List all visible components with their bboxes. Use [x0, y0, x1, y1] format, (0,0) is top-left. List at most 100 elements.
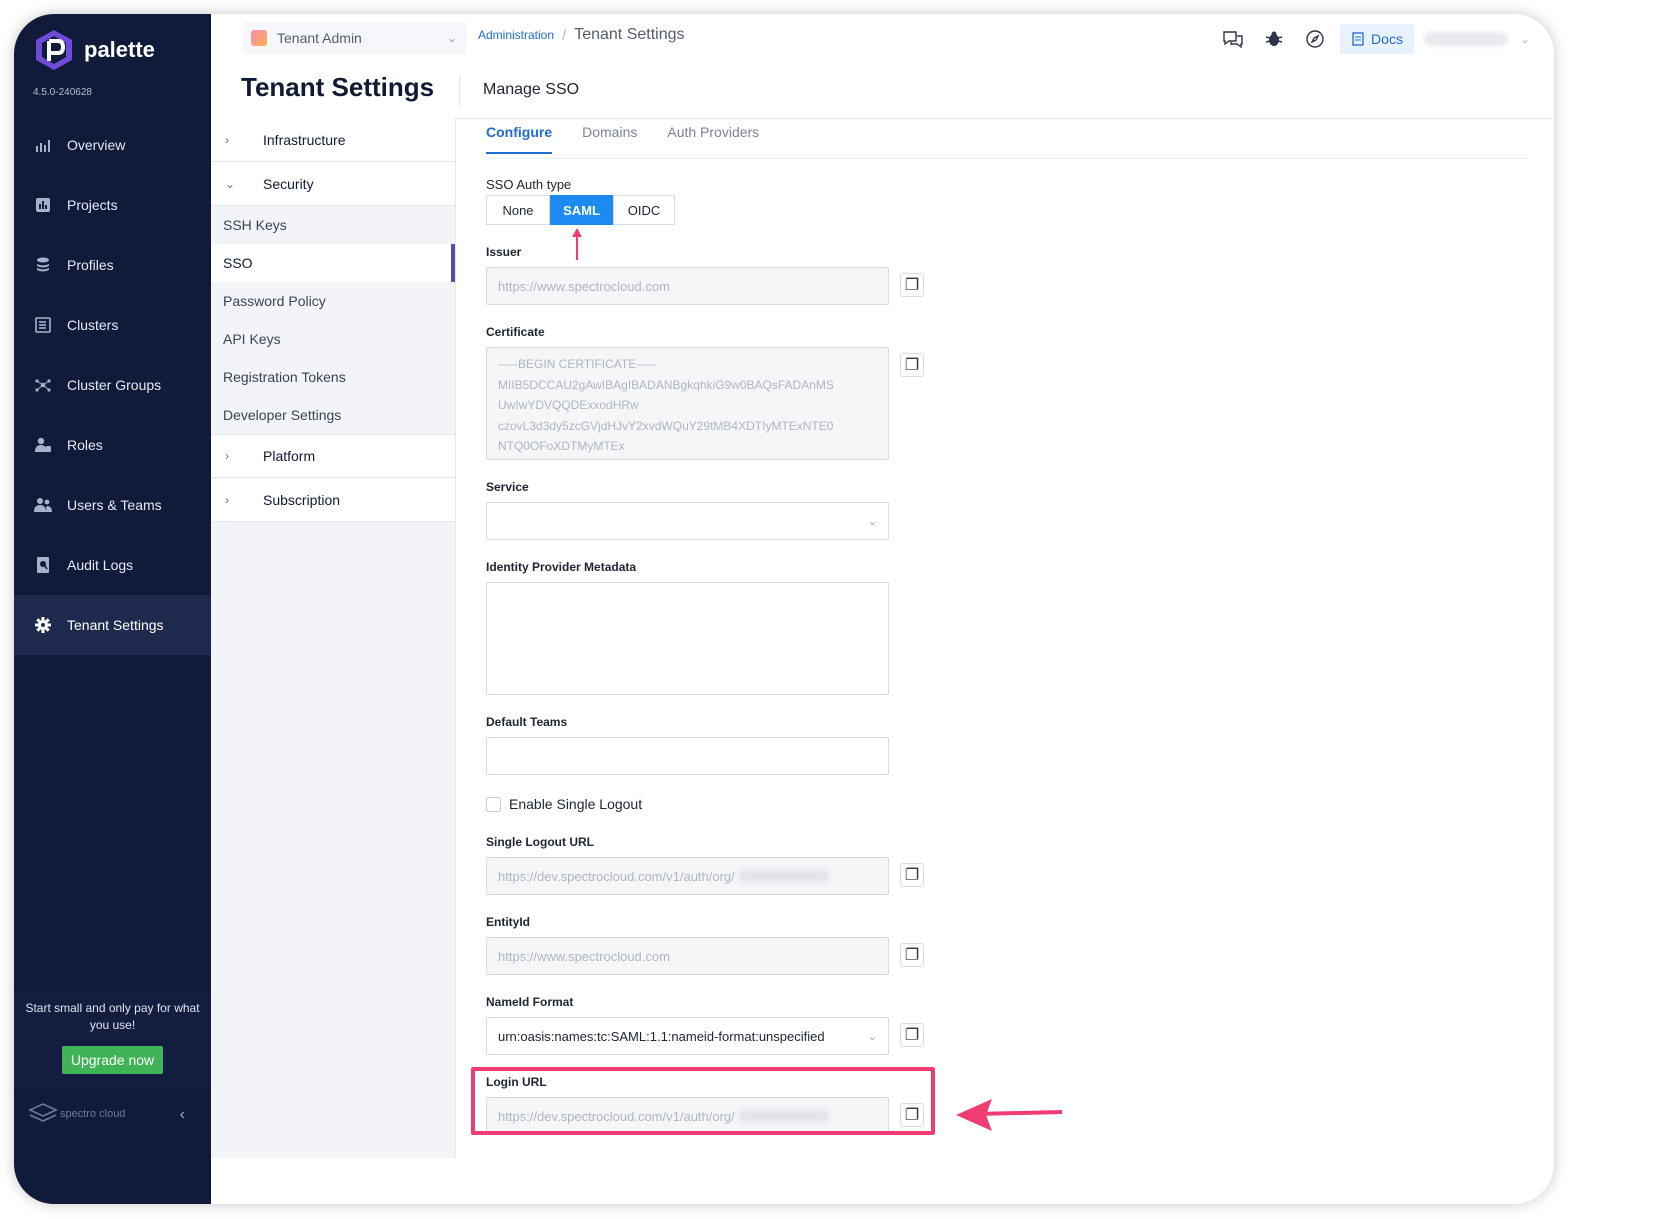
tab-configure[interactable]: Configure: [486, 124, 553, 154]
copy-icon: ❐: [904, 1027, 920, 1044]
menu-group-security[interactable]: ⌄ Security: [211, 162, 455, 206]
copy-issuer-button[interactable]: ❐: [900, 273, 924, 297]
service-select[interactable]: ⌄: [486, 502, 889, 540]
sidebar-item-projects[interactable]: Projects: [14, 175, 211, 235]
default-teams-field[interactable]: [486, 737, 889, 775]
issuer-value: https://www.spectrocloud.com: [498, 278, 670, 294]
version-label: 4.5.0-240628: [33, 87, 92, 98]
user-menu[interactable]: [1424, 32, 1508, 46]
menu-item-password-policy[interactable]: Password Policy: [211, 282, 455, 320]
chat-icon[interactable]: [1221, 27, 1245, 51]
breadcrumb-administration[interactable]: Administration: [478, 28, 554, 42]
sidebar-item-label: Roles: [67, 437, 103, 453]
chevron-down-icon: ⌄: [225, 176, 236, 191]
sidebar-item-users-teams[interactable]: Users & Teams: [14, 475, 211, 535]
upgrade-text: Start small and only pay for what you us…: [25, 1001, 200, 1032]
chevron-right-icon: ›: [225, 449, 229, 463]
menu-item-registration-tokens[interactable]: Registration Tokens: [211, 358, 455, 396]
copy-icon: ❐: [904, 867, 920, 884]
menu-item-sso[interactable]: SSO: [211, 244, 455, 282]
sidebar-footer: spectro cloud ‹: [14, 1094, 211, 1134]
menu-group-label: Security: [263, 175, 314, 192]
menu-group-infrastructure[interactable]: › Infrastructure: [211, 118, 455, 162]
chevron-down-icon: ⌄: [867, 1030, 877, 1043]
copy-icon: ❐: [904, 947, 920, 964]
logo[interactable]: palette: [34, 28, 155, 72]
certificate-field[interactable]: -----BEGIN CERTIFICATE----- MIIB5DCCAU2g…: [486, 347, 889, 460]
tab-domains[interactable]: Domains: [582, 124, 637, 154]
auth-type-saml[interactable]: SAML: [550, 195, 613, 225]
annotation-arrow-up-icon: [572, 228, 582, 260]
collapse-sidebar-icon[interactable]: ‹: [180, 1106, 185, 1124]
audit-icon: [34, 556, 52, 574]
page-title: Tenant Settings: [241, 72, 435, 102]
security-items: SSH Keys SSO Password Policy API Keys Re…: [211, 206, 455, 434]
sidebar-item-tenant-settings[interactable]: Tenant Settings: [14, 595, 211, 655]
sidebar-item-label: Clusters: [67, 317, 119, 333]
chevron-down-icon: ⌄: [446, 31, 457, 45]
tab-auth-providers[interactable]: Auth Providers: [667, 124, 759, 154]
sidebar-item-label: Overview: [67, 137, 126, 153]
enable-logout-label: Enable Single Logout: [509, 796, 643, 812]
service-label: Service: [486, 480, 529, 494]
upgrade-panel: Start small and only pay for what you us…: [14, 990, 211, 1090]
sidebar-item-roles[interactable]: Roles: [14, 415, 211, 475]
menu-group-platform[interactable]: › Platform: [211, 434, 455, 478]
sidebar-item-clusters[interactable]: Clusters: [14, 295, 211, 355]
menu-group-label: Platform: [263, 448, 316, 464]
auth-type-label: SSO Auth type: [486, 177, 572, 192]
certificate-label: Certificate: [486, 325, 545, 339]
entity-id-label: EntityId: [486, 915, 530, 929]
copy-icon: ❐: [904, 357, 920, 374]
nameid-select[interactable]: urn:oasis:names:tc:SAML:1.1:nameid-forma…: [486, 1017, 889, 1055]
tabs-divider: [486, 158, 1529, 159]
breadcrumb-separator: /: [562, 26, 567, 44]
enable-logout-checkbox[interactable]: [486, 796, 501, 812]
tenant-name: Tenant Admin: [277, 30, 362, 46]
docs-button[interactable]: Docs: [1340, 24, 1414, 54]
logout-url-field[interactable]: https://dev.spectrocloud.com/v1/auth/org…: [486, 857, 889, 895]
sidebar-item-audit-logs[interactable]: Audit Logs: [14, 535, 211, 595]
menu-item-api-keys[interactable]: API Keys: [211, 320, 455, 358]
palette-logo-icon: [36, 30, 72, 70]
chevron-down-icon[interactable]: ⌄: [1520, 32, 1530, 46]
compass-icon[interactable]: [1303, 27, 1327, 51]
top-actions: Docs ⌄: [1221, 24, 1530, 54]
redacted-text: [738, 870, 829, 882]
certificate-line: NTQ0OFoXDTMyMTEx: [498, 439, 625, 453]
auth-type-oidc[interactable]: OIDC: [613, 195, 675, 225]
idp-metadata-field[interactable]: [486, 582, 889, 695]
certificate-line: -----BEGIN CERTIFICATE-----: [498, 357, 657, 371]
copy-logout-url-button[interactable]: ❐: [900, 863, 924, 887]
sidebar-item-cluster-groups[interactable]: Cluster Groups: [14, 355, 211, 415]
sidebar-item-overview[interactable]: Overview: [14, 115, 211, 175]
copy-nameid-button[interactable]: ❐: [900, 1023, 924, 1047]
copy-entity-id-button[interactable]: ❐: [900, 943, 924, 967]
entity-id-value: https://www.spectrocloud.com: [498, 948, 670, 964]
users-icon: [34, 496, 52, 514]
logout-url-value: https://dev.spectrocloud.com/v1/auth/org…: [498, 868, 735, 884]
login-url-highlight: [471, 1067, 935, 1135]
entity-id-field[interactable]: https://www.spectrocloud.com: [486, 937, 889, 975]
upgrade-button[interactable]: Upgrade now: [61, 1046, 164, 1074]
logo-text: palette: [84, 37, 155, 62]
bug-icon[interactable]: [1262, 27, 1286, 51]
annotation-arrow-left-icon: [956, 1099, 1063, 1131]
logout-url-label: Single Logout URL: [486, 835, 594, 849]
menu-item-ssh-keys[interactable]: SSH Keys: [211, 206, 455, 244]
enable-single-logout[interactable]: Enable Single Logout: [486, 796, 642, 812]
sidebar-item-label: Users & Teams: [67, 497, 162, 513]
app-window: palette 4.5.0-240628 Overview Projects P…: [14, 14, 1554, 1204]
idp-metadata-label: Identity Provider Metadata: [486, 560, 637, 574]
settings-menu: › Infrastructure ⌄ Security SSH Keys SSO…: [211, 118, 456, 1158]
issuer-field[interactable]: https://www.spectrocloud.com: [486, 267, 889, 305]
menu-group-subscription[interactable]: › Subscription: [211, 478, 455, 522]
auth-type-none[interactable]: None: [486, 195, 550, 225]
issuer-label: Issuer: [486, 245, 522, 259]
tenant-selector[interactable]: Tenant Admin ⌄: [243, 22, 467, 54]
menu-item-developer-settings[interactable]: Developer Settings: [211, 396, 455, 434]
sidebar-item-profiles[interactable]: Profiles: [14, 235, 211, 295]
copy-certificate-button[interactable]: ❐: [900, 353, 924, 377]
tenant-icon: [251, 30, 267, 46]
section-title: Manage SSO: [483, 81, 580, 98]
